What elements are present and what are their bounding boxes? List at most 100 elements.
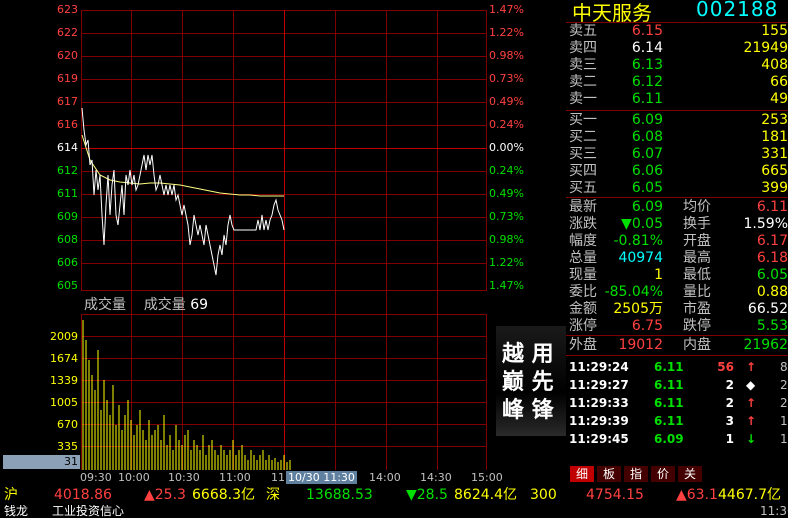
hs300-label[interactable]: 300 (530, 485, 557, 505)
stat-label-2: 最高 (683, 250, 711, 266)
trade-row[interactable]: 11:29:33 6.11 2 ↑ 2 (566, 394, 788, 412)
outer-label: 外盘 (569, 337, 597, 353)
ask-row: 卖五 6.15 155 (566, 23, 788, 40)
stat-label-2: 市盈 (683, 301, 711, 317)
stat-value: 40974 (618, 250, 663, 266)
stat-value-2: 6.17 (756, 233, 788, 249)
bid-volume: 665 (761, 163, 788, 179)
stat-value: 2505万 (613, 301, 663, 317)
percent-tick: 0.24% (489, 118, 524, 131)
percent-tick: 1.47% (489, 279, 524, 292)
trade-price: 6.09 (654, 432, 684, 446)
bid-volume: 331 (761, 146, 788, 162)
ad-banner[interactable]: 越 用 巅 先 峰 锋 (496, 326, 566, 436)
bid-price: 6.09 (631, 112, 663, 128)
trade-volume: 3 (725, 414, 734, 428)
tab-3[interactable]: 价 (651, 466, 675, 482)
price-tick: 606 (57, 256, 78, 269)
price-tick: 608 (57, 233, 78, 246)
bid-label: 买一 (569, 112, 597, 128)
bid-price: 6.07 (631, 146, 663, 162)
hs300-value: 4754.15 (586, 487, 644, 503)
sh-amount: 6668.3亿 (192, 487, 255, 503)
trade-volume: 56 (717, 360, 734, 374)
stat-label-2: 开盘 (683, 233, 711, 249)
quote-panel: 中天服务 002188 卖五 6.15 155 卖四 6.14 21949 卖三 6.13 40… (566, 0, 788, 482)
volume-tick: 1339 (50, 374, 78, 387)
percent-tick: 0.49% (489, 95, 524, 108)
percent-tick: 0.73% (489, 210, 524, 223)
trade-row[interactable]: 11:29:39 6.11 3 ↑ 1 (566, 412, 788, 430)
price-tick: 611 (57, 187, 78, 200)
trade-time: 11:29:24 (569, 360, 629, 374)
inner-value: 21962 (743, 337, 788, 353)
tab-2[interactable]: 指 (624, 466, 648, 482)
ask-volume: 21949 (743, 40, 788, 56)
trade-time: 11:29:45 (569, 432, 629, 446)
time-tick: 10:00 (118, 471, 150, 484)
price-tick: 612 (57, 164, 78, 177)
ticker-time: 11:36 (760, 505, 788, 518)
volume-scroll-value: 31 (64, 455, 78, 468)
hs300-change: ▲63.1 (676, 487, 718, 503)
intraday-chart[interactable]: 623 622 620 619 617 616 614 612 611 609 608 606 605 … (0, 0, 566, 484)
bid-price: 6.08 (631, 129, 663, 145)
ask-volume: 49 (770, 91, 788, 107)
volume-tick: 2009 (50, 330, 78, 343)
ask-row: 卖三 6.13 408 (566, 57, 788, 74)
ask-volume: 66 (770, 74, 788, 90)
trade-row[interactable]: 11:29:27 6.11 2 ◆ 2 (566, 376, 788, 394)
trade-volume: 1 (725, 432, 734, 446)
stat-row: 最新 6.09 均价 6.11 (566, 199, 788, 216)
tab-4[interactable]: 关 (678, 466, 702, 482)
volume-scroll-box[interactable]: 31 (3, 455, 80, 469)
ask-label: 卖三 (569, 57, 597, 73)
trade-row[interactable]: 11:29:24 6.11 56 ↑ 8 (566, 358, 788, 376)
stat-value-2: 6.05 (756, 267, 788, 283)
price-tick: 623 (57, 3, 78, 16)
time-tick: 14:30 (420, 471, 452, 484)
volume-title-label: 成交量 (84, 297, 126, 313)
ticker-mid[interactable]: 工业投资信心 (52, 505, 124, 518)
stock-header: 中天服务 002188 (566, 0, 788, 25)
ask-row: 卖四 6.14 21949 (566, 40, 788, 57)
tab-0[interactable]: 细 (570, 466, 594, 482)
price-tick: 614 (57, 141, 78, 154)
percent-tick: 1.22% (489, 26, 524, 39)
sz-change: ▼28.5 (406, 487, 448, 503)
ask-row: 卖二 6.12 66 (566, 74, 788, 91)
ask-price: 6.13 (631, 57, 663, 73)
sz-label[interactable]: 深 (266, 485, 280, 505)
trade-price: 6.11 (654, 378, 684, 392)
trade-price: 6.11 (654, 396, 684, 410)
sh-value: 4018.86 (54, 487, 112, 503)
stat-label: 涨停 (569, 318, 597, 334)
trade-extra: 1 (780, 432, 788, 446)
stat-value: ▼0.05 (621, 216, 663, 232)
bid-volume: 181 (761, 129, 788, 145)
trade-extra: 1 (780, 414, 788, 428)
price-tick: 620 (57, 49, 78, 62)
trade-extra: 8 (780, 360, 788, 374)
price-tick: 605 (57, 279, 78, 292)
trade-volume: 2 (725, 378, 734, 392)
volume-title: 成交量 成交量 69 (84, 294, 208, 314)
time-tick: 15:00 (471, 471, 503, 484)
news-ticker: 钱龙 工业投资信心 11:36 (0, 505, 788, 518)
trade-price: 6.11 (654, 360, 684, 374)
tab-1[interactable]: 板 (597, 466, 621, 482)
trade-direction-icon: ↑ (746, 396, 757, 410)
bid-row: 买一 6.09 253 (566, 112, 788, 129)
trade-direction-icon: ↑ (746, 414, 757, 428)
trade-row[interactable]: 11:29:45 6.09 1 ↓ 1 (566, 430, 788, 448)
trade-direction-icon: ◆ (746, 378, 756, 392)
inner-label: 内盘 (683, 337, 711, 353)
percent-tick: 1.22% (489, 256, 524, 269)
ask-label: 卖二 (569, 74, 597, 90)
bid-row: 买四 6.06 665 (566, 163, 788, 180)
price-tick: 622 (57, 26, 78, 39)
sh-label[interactable]: 沪 (4, 485, 18, 505)
bid-price: 6.05 (631, 180, 663, 196)
trade-time: 11:29:33 (569, 396, 629, 410)
price-tick: 609 (57, 210, 78, 223)
